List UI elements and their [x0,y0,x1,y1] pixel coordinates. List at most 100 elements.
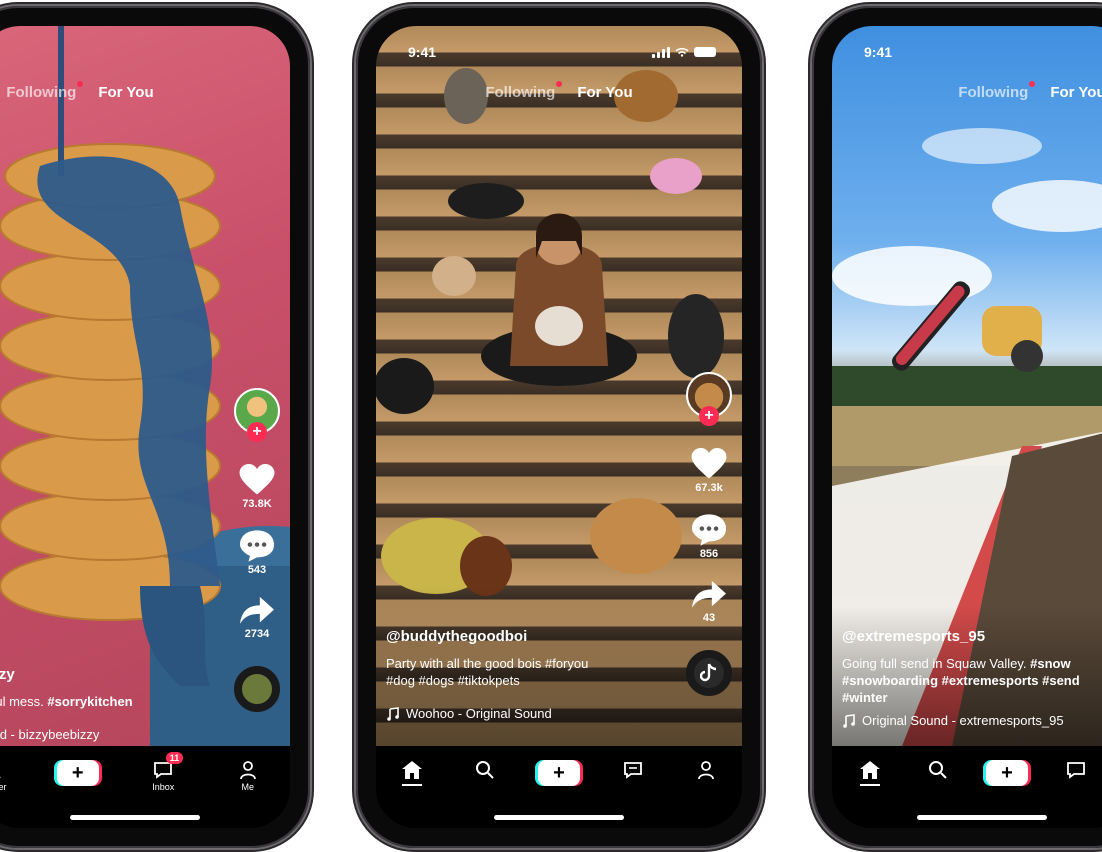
tab-home[interactable] [850,760,890,786]
home-indicator [494,815,624,820]
music-note-icon [387,706,399,721]
comment-count: 543 [247,564,267,576]
action-rail: + 73.8K 543 2734 [230,388,284,712]
profile-icon [239,761,256,780]
share-count: 2734 [244,628,270,640]
comment-action[interactable]: 543 [240,530,274,576]
notification-dot [77,81,84,87]
comment-count: 856 [699,548,719,560]
phone-center: 9:41 Following For You + 67.3k 856 43 @b… [356,6,762,848]
action-rail: + 67.3k 856 43 [682,372,736,696]
heart-icon [239,464,275,495]
signal-icon [652,46,670,58]
phone-center-screen: 9:41 Following For You + 67.3k 856 43 @b… [376,26,742,828]
sound-label[interactable]: Woohoo - Original Sound [386,705,672,722]
sound-disc[interactable] [234,666,280,712]
like-action[interactable]: 73.8K [239,464,275,510]
comment-icon [692,514,726,546]
inbox-icon [623,762,642,779]
tab-for-you[interactable]: For You [98,84,153,101]
search-icon [476,761,494,779]
follow-button[interactable]: + [699,406,719,426]
music-note-icon [843,713,855,728]
sound-label[interactable]: Original Sound - extremesports_95 [842,712,1102,729]
creator-avatar[interactable]: + [686,372,732,426]
caption-tags[interactable]: #dog #dogs #tiktokpets [386,672,672,689]
home-icon [402,761,423,779]
create-plus-icon: + [537,760,580,786]
like-count: 67.3k [695,482,723,494]
phone-right-screen: 9:41 Following For You @extremesports_95… [832,26,1102,828]
tab-following[interactable]: Following [958,81,1036,101]
tab-for-you[interactable]: For You [1050,84,1102,101]
video-caption: bizzy utiful mess. #sorrykitchen ound - … [0,666,220,743]
create-plus-icon: + [56,760,99,786]
status-bar: 9:41 [408,42,716,62]
active-tab-indicator [402,784,423,786]
phone-right: 9:41 Following For You @extremesports_95… [812,6,1102,848]
wifi-icon [675,47,689,57]
home-indicator [70,815,200,820]
video-caption: @buddythegoodboi Party with all the good… [386,628,672,722]
create-plus-icon: + [986,760,1028,786]
share-count: 43 [702,612,716,624]
tab-create[interactable]: + [56,760,99,786]
search-icon [0,776,1,779]
share-icon [240,596,274,624]
tab-discover[interactable] [465,760,505,780]
follow-button[interactable]: + [247,422,267,442]
caption-text: Going full send in Squaw Valley. #snow [842,656,1071,671]
status-time: 9:41 [864,44,893,60]
tab-create[interactable]: + [986,760,1028,786]
notification-dot [556,81,563,87]
caption-text: Party with all the good bois #foryou [386,656,589,671]
tab-create[interactable]: + [537,760,580,786]
like-count: 73.8K [242,498,272,510]
creator-avatar[interactable]: + [234,388,280,442]
tab-discover[interactable] [918,760,958,780]
tab-following[interactable]: Following [485,81,563,101]
creator-handle[interactable]: @extremesports_95 [842,628,1102,645]
notification-dot [1029,81,1036,87]
feed-tabs: Following For You [932,81,1102,101]
profile-icon [697,761,714,780]
tab-inbox[interactable] [1056,760,1096,780]
home-indicator [917,815,1047,820]
caption-text: utiful mess. #sorrykitchen [0,694,133,709]
share-action[interactable]: 2734 [240,596,274,640]
tab-me[interactable] [686,760,726,780]
creator-handle[interactable]: bizzy [0,666,220,683]
caption-tags-2[interactable]: #winter [842,689,1102,706]
phone-left-screen: Following For You + 73.8K 543 2734 bizzy [0,26,290,828]
feed-tabs: Following For You [376,81,742,101]
heart-icon [691,448,727,479]
tab-discover[interactable]: iscover [0,760,12,792]
status-icons [652,46,716,58]
tab-inbox[interactable]: 11 Inbox [143,752,184,792]
share-action[interactable]: 43 [692,580,726,624]
sound-label[interactable]: ound - bizzybeebizzy [0,726,220,743]
tab-inbox[interactable] [613,760,653,780]
tab-following[interactable]: Following [6,81,84,101]
video-caption: @extremesports_95 Going full send in Squ… [842,628,1102,729]
sound-disc[interactable] [686,650,732,696]
tab-for-you[interactable]: For You [577,84,632,101]
like-action[interactable]: 67.3k [691,448,727,494]
inbox-badge: 11 [165,752,184,764]
phone-left: Following For You + 73.8K 543 2734 bizzy [0,6,310,848]
status-bar: 9:41 [864,42,1102,62]
tab-home[interactable] [392,760,432,786]
inbox-icon [1067,762,1085,779]
comment-action[interactable]: 856 [692,514,726,560]
share-icon [692,580,726,608]
feed-tabs: Following For You [0,81,290,101]
active-tab-indicator [860,784,880,786]
status-time: 9:41 [408,44,437,60]
caption-tags[interactable]: #snowboarding #extremesports #send [842,672,1102,689]
search-icon [929,761,947,779]
creator-handle[interactable]: @buddythegoodboi [386,628,672,645]
tiktok-logo-icon [700,663,717,682]
tab-me[interactable]: Me [228,760,268,792]
comment-icon [240,530,274,562]
home-icon [860,761,880,779]
